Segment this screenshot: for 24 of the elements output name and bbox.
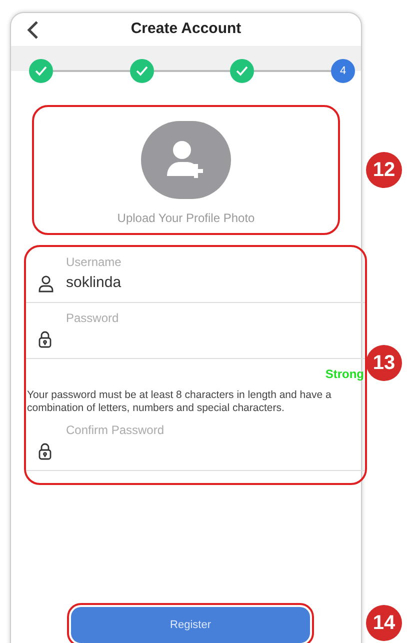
screen-title: Create Account bbox=[130, 19, 242, 40]
callout-number: 13 bbox=[366, 345, 402, 381]
back-icon[interactable] bbox=[27, 21, 39, 39]
strength-label: Strong bbox=[325, 366, 364, 383]
register-button[interactable]: Register bbox=[71, 607, 310, 643]
text-field[interactable]: Password bbox=[26, 303, 365, 359]
lock-icon bbox=[38, 443, 52, 460]
field-label: Password bbox=[66, 311, 120, 325]
callout-number: 14 bbox=[366, 605, 402, 641]
upload-label: Upload Your Profile Photo bbox=[117, 210, 255, 227]
field-label: Username bbox=[66, 255, 122, 269]
text-field[interactable]: Username soklinda bbox=[26, 247, 365, 303]
field-value: soklinda bbox=[66, 273, 122, 293]
callout-number: 12 bbox=[366, 152, 402, 188]
check-icon bbox=[236, 66, 248, 76]
photo-upload-area[interactable]: Upload Your Profile Photo bbox=[32, 105, 340, 235]
user-icon bbox=[38, 275, 54, 293]
step-number: 4 bbox=[331, 59, 356, 83]
check-icon bbox=[136, 66, 148, 76]
lock-icon bbox=[38, 331, 52, 348]
field-label: Confirm Password bbox=[66, 423, 166, 437]
check-icon bbox=[35, 66, 47, 76]
password-hint: Your password must be at least 8 characters in length and have a combination of letters, numbers and special characters. bbox=[26, 389, 332, 415]
text-field[interactable]: Confirm Password bbox=[26, 415, 365, 471]
